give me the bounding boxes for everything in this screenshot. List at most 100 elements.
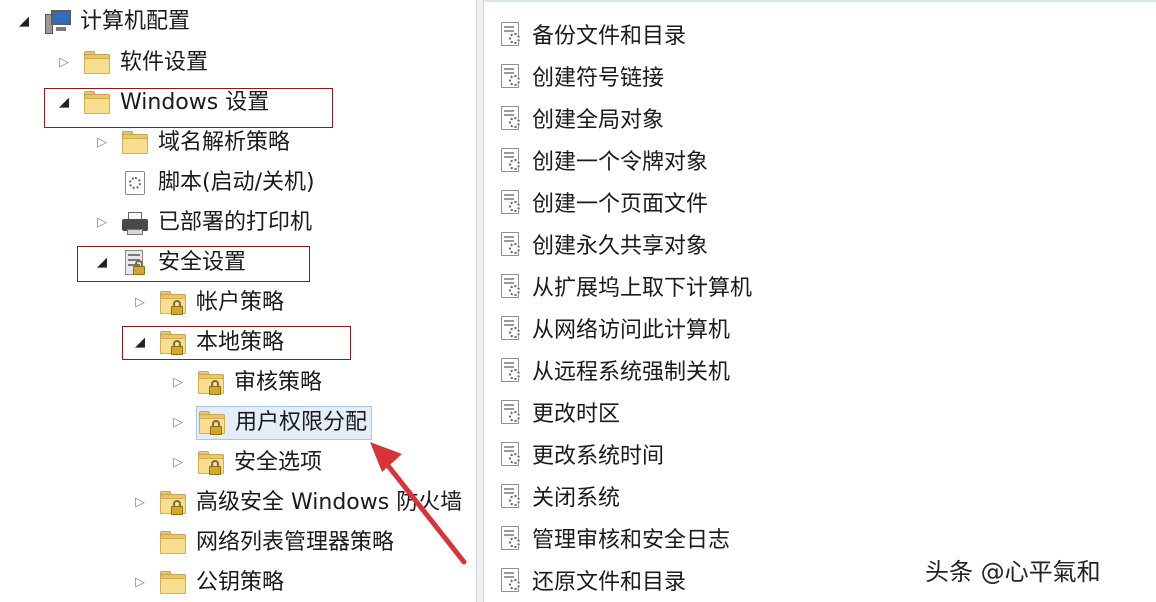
tree-node-label: 已部署的打印机	[158, 210, 313, 235]
policy-name: 管理审核和安全日志	[532, 528, 731, 553]
policy-name: 创建符号链接	[532, 66, 665, 91]
policy-setting-icon	[498, 21, 524, 47]
policy-row[interactable]: 从扩展坞上取下计算机	[498, 268, 752, 304]
tree-node-label: 帐户策略	[196, 290, 285, 315]
policy-row[interactable]: 更改时区	[498, 394, 620, 430]
policy-name: 创建全局对象	[532, 108, 665, 133]
tree-node-user-rights-assignment[interactable]: ▷ 用户权限分配	[168, 405, 373, 441]
expanded-arrow-icon[interactable]: ◢	[54, 93, 74, 113]
tree-node-label: 脚本(启动/关机)	[158, 170, 315, 195]
tree-node-windows-settings[interactable]: ◢ Windows 设置	[54, 85, 269, 121]
tree-node-label: 计算机配置	[80, 9, 191, 34]
policy-name: 从网络访问此计算机	[532, 318, 731, 343]
tree-node-local-policies[interactable]: ◢ 本地策略	[130, 325, 284, 361]
folder-icon	[82, 88, 112, 118]
policy-setting-icon	[498, 525, 524, 551]
policy-row[interactable]: 还原文件和目录	[498, 562, 686, 598]
tree-node-computer-config[interactable]: ◢ 计算机配置	[14, 4, 190, 40]
policy-row[interactable]: 创建全局对象	[498, 100, 664, 136]
collapsed-arrow-icon[interactable]: ▷	[168, 373, 188, 393]
folder-icon	[82, 48, 112, 78]
collapsed-arrow-icon[interactable]: ▷	[92, 133, 112, 153]
locked-folder-icon	[158, 488, 188, 518]
policy-name: 从扩展坞上取下计算机	[532, 276, 753, 301]
policy-name: 更改时区	[532, 402, 621, 427]
policy-row[interactable]: 更改系统时间	[498, 436, 664, 472]
tree-node-label: 域名解析策略	[158, 130, 291, 155]
policy-setting-icon	[498, 399, 524, 425]
tree-node-software-settings[interactable]: ▷ 软件设置	[54, 45, 208, 81]
tree-node-label: 审核策略	[234, 370, 323, 395]
computer-icon	[42, 7, 72, 37]
collapsed-arrow-icon[interactable]: ▷	[130, 293, 150, 313]
folder-icon	[158, 528, 188, 558]
console-tree-pane[interactable]: ◢ 计算机配置 ▷ 软件设置 ◢ Windows 设置 ▷ 域名解析策略 ▷ 脚…	[0, 0, 476, 602]
policy-row[interactable]: 管理审核和安全日志	[498, 520, 730, 556]
collapsed-arrow-icon[interactable]: ▷	[130, 573, 150, 593]
expanded-arrow-icon[interactable]: ◢	[92, 253, 112, 273]
tree-node-label: 软件设置	[120, 50, 209, 75]
policy-name: 创建永久共享对象	[532, 234, 709, 259]
tree-node-windows-firewall[interactable]: ▷ 高级安全 Windows 防火墙	[130, 485, 462, 521]
locked-folder-icon	[196, 448, 226, 478]
policy-row[interactable]: 从远程系统强制关机	[498, 352, 730, 388]
collapsed-arrow-icon[interactable]: ▷	[92, 213, 112, 233]
locked-folder-icon	[196, 368, 226, 398]
policy-name: 关闭系统	[532, 486, 621, 511]
expanded-arrow-icon[interactable]: ◢	[14, 12, 34, 32]
tree-node-label: 安全选项	[234, 450, 323, 475]
pane-splitter[interactable]	[476, 0, 484, 602]
security-settings-icon	[120, 248, 150, 278]
tree-node-label: Windows 设置	[120, 90, 270, 115]
tree-node-audit-policy[interactable]: ▷ 审核策略	[168, 365, 322, 401]
tree-node-security-settings[interactable]: ◢ 安全设置	[92, 245, 246, 281]
collapsed-arrow-icon[interactable]: ▷	[168, 453, 188, 473]
policy-name: 创建一个页面文件	[532, 192, 709, 217]
policy-name: 还原文件和目录	[532, 570, 687, 595]
policy-setting-icon	[498, 105, 524, 131]
policy-setting-icon	[498, 357, 524, 383]
policy-list-pane[interactable]: 备份文件和目录 创建符号链接 创建全局对象 创建一个令牌对象 创建一个页面文件 …	[484, 0, 1156, 602]
tree-node-network-list-manager[interactable]: ▷ 网络列表管理器策略	[130, 525, 394, 561]
policy-setting-icon	[498, 63, 524, 89]
folder-icon	[158, 568, 188, 598]
collapsed-arrow-icon[interactable]: ▷	[168, 413, 188, 433]
script-icon	[120, 168, 150, 198]
policy-row[interactable]: 创建一个令牌对象	[498, 142, 708, 178]
tree-node-deployed-printers[interactable]: ▷ 已部署的打印机	[92, 205, 312, 241]
folder-icon	[120, 128, 150, 158]
policy-name: 创建一个令牌对象	[532, 150, 709, 175]
collapsed-arrow-icon[interactable]: ▷	[130, 493, 150, 513]
tree-node-label: 网络列表管理器策略	[196, 530, 395, 555]
printer-icon	[120, 208, 150, 238]
policy-setting-icon	[498, 567, 524, 593]
expanded-arrow-icon[interactable]: ◢	[130, 333, 150, 353]
locked-folder-icon	[158, 328, 188, 358]
locked-folder-icon	[158, 288, 188, 318]
locked-folder-icon	[197, 408, 227, 438]
tree-node-label: 安全设置	[158, 250, 247, 275]
tree-node-label: 用户权限分配	[235, 410, 368, 435]
policy-setting-icon	[498, 231, 524, 257]
tree-node-scripts[interactable]: ▷ 脚本(启动/关机)	[92, 165, 315, 201]
tree-node-name-resolution-policy[interactable]: ▷ 域名解析策略	[92, 125, 290, 161]
tree-node-public-key-policies[interactable]: ▷ 公钥策略	[130, 565, 284, 601]
selected-tree-node[interactable]: 用户权限分配	[196, 406, 373, 440]
policy-name: 更改系统时间	[532, 444, 665, 469]
tree-node-label: 公钥策略	[196, 570, 285, 595]
policy-setting-icon	[498, 441, 524, 467]
policy-row[interactable]: 创建永久共享对象	[498, 226, 708, 262]
collapsed-arrow-icon[interactable]: ▷	[54, 53, 74, 73]
policy-row[interactable]: 创建一个页面文件	[498, 184, 708, 220]
policy-name: 备份文件和目录	[532, 24, 687, 49]
tree-node-label: 高级安全 Windows 防火墙	[196, 490, 463, 515]
watermark-text: 头条 @心平氣和	[925, 558, 1101, 586]
policy-row[interactable]: 创建符号链接	[498, 58, 664, 94]
policy-row[interactable]: 关闭系统	[498, 478, 620, 514]
tree-node-security-options[interactable]: ▷ 安全选项	[168, 445, 322, 481]
policy-row[interactable]: 从网络访问此计算机	[498, 310, 730, 346]
tree-node-account-policies[interactable]: ▷ 帐户策略	[130, 285, 284, 321]
policy-row[interactable]: 备份文件和目录	[498, 16, 686, 52]
policy-setting-icon	[498, 147, 524, 173]
policy-name: 从远程系统强制关机	[532, 360, 731, 385]
